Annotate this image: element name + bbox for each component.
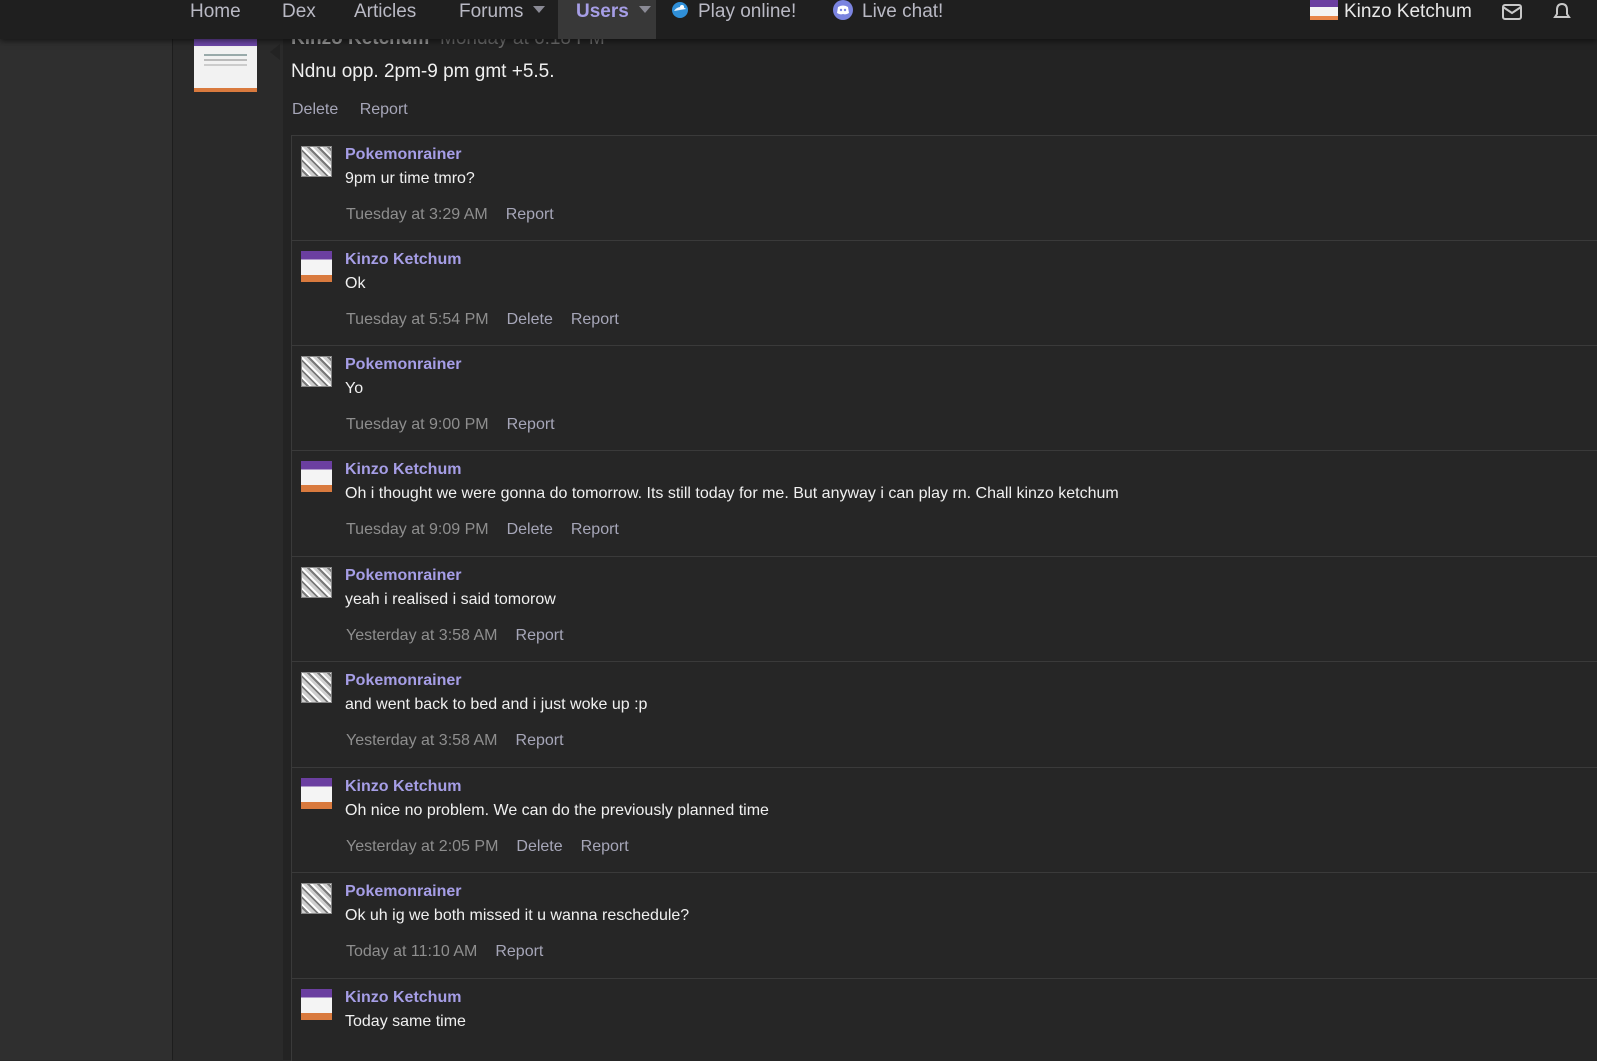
report-link[interactable]: Report bbox=[495, 943, 543, 960]
comment-item: Pokemonrainer 9pm ur time tmro? Tuesday … bbox=[292, 136, 1597, 241]
comment-author[interactable]: Pokemonrainer bbox=[345, 883, 461, 901]
nav-users-label: Users bbox=[576, 1, 629, 22]
avatar[interactable] bbox=[301, 356, 332, 387]
inbox-button[interactable] bbox=[1502, 3, 1522, 42]
comment-author[interactable]: Kinzo Ketchum bbox=[345, 778, 461, 796]
chevron-down-icon[interactable] bbox=[638, 6, 651, 14]
report-link[interactable]: Report bbox=[571, 521, 619, 538]
comment-timestamp[interactable]: Yesterday at 3:58 AM bbox=[346, 732, 498, 749]
avatar[interactable] bbox=[301, 567, 332, 598]
comment-list: Pokemonrainer 9pm ur time tmro? Tuesday … bbox=[291, 135, 1597, 1061]
comment-meta: Yesterday at 3:58 AM Report bbox=[346, 627, 564, 645]
avatar[interactable] bbox=[301, 146, 332, 177]
comment-author[interactable]: Pokemonrainer bbox=[345, 567, 461, 585]
nav-users[interactable]: Users bbox=[558, 0, 656, 39]
avatar-text-lines bbox=[204, 54, 247, 56]
comment-text: Today same time bbox=[345, 1013, 466, 1030]
comment-meta: Tuesday at 9:00 PM Report bbox=[346, 416, 555, 434]
top-navigation: Home Dex Articles Forums Users Play onli… bbox=[0, 0, 1597, 39]
op-message: Ndnu opp. 2pm-9 pm gmt +5.5. bbox=[291, 61, 555, 82]
avatar-banner bbox=[194, 38, 257, 46]
comment-text: Oh nice no problem. We can do the previo… bbox=[345, 802, 769, 819]
comment-item: Pokemonrainer yeah i realised i said tom… bbox=[292, 557, 1597, 662]
nav-home[interactable]: Home bbox=[190, 0, 241, 39]
comment-timestamp[interactable]: Tuesday at 3:29 AM bbox=[346, 206, 488, 223]
comment-item: Kinzo Ketchum Today same time bbox=[292, 979, 1597, 1061]
alerts-button[interactable] bbox=[1553, 2, 1571, 42]
nav-play-online[interactable]: Play online! bbox=[670, 0, 796, 39]
username-label: Kinzo Ketchum bbox=[1344, 1, 1472, 22]
report-link[interactable]: Report bbox=[581, 838, 629, 855]
avatar[interactable] bbox=[301, 989, 332, 1020]
comment-meta: Yesterday at 2:05 PM Delete Report bbox=[346, 838, 629, 856]
comment-item: Pokemonrainer Ok uh ig we both missed it… bbox=[292, 873, 1597, 979]
avatar[interactable] bbox=[301, 778, 332, 809]
comment-timestamp[interactable]: Tuesday at 9:09 PM bbox=[346, 521, 489, 538]
comment-meta: Yesterday at 3:58 AM Report bbox=[346, 732, 564, 750]
discord-icon bbox=[833, 0, 853, 20]
comment-text: yeah i realised i said tomorow bbox=[345, 591, 556, 608]
nav-home-label: Home bbox=[190, 1, 241, 22]
report-link[interactable]: Report bbox=[571, 311, 619, 328]
comment-timestamp[interactable]: Tuesday at 5:54 PM bbox=[346, 311, 489, 328]
comment-text: Ok bbox=[345, 275, 366, 292]
comment-author[interactable]: Kinzo Ketchum bbox=[345, 251, 461, 269]
avatar[interactable] bbox=[301, 883, 332, 914]
comment-timestamp[interactable]: Tuesday at 9:00 PM bbox=[346, 416, 489, 433]
comment-author[interactable]: Pokemonrainer bbox=[345, 146, 461, 164]
report-link[interactable]: Report bbox=[360, 101, 408, 118]
avatar[interactable] bbox=[301, 461, 332, 492]
report-link[interactable]: Report bbox=[507, 416, 555, 433]
nav-articles[interactable]: Articles bbox=[354, 0, 416, 39]
nav-live-chat[interactable]: Live chat! bbox=[832, 0, 943, 39]
comment-text: Ok uh ig we both missed it u wanna resch… bbox=[345, 907, 690, 924]
comment-timestamp[interactable]: Yesterday at 3:58 AM bbox=[346, 627, 498, 644]
left-sidebar bbox=[0, 0, 173, 1060]
comment-item: Kinzo Ketchum Oh nice no problem. We can… bbox=[292, 768, 1597, 873]
comment-author[interactable]: Pokemonrainer bbox=[345, 356, 461, 374]
comment-text: Oh i thought we were gonna do tomorrow. … bbox=[345, 485, 1119, 502]
comment-meta: Today at 11:10 AM Report bbox=[346, 943, 543, 961]
comment-author[interactable]: Kinzo Ketchum bbox=[345, 989, 461, 1007]
comment-timestamp[interactable]: Yesterday at 2:05 PM bbox=[346, 838, 498, 855]
delete-link[interactable]: Delete bbox=[516, 838, 562, 855]
user-menu[interactable]: Kinzo Ketchum bbox=[1310, 0, 1472, 39]
comment-text: and went back to bed and i just woke up … bbox=[345, 696, 648, 713]
report-link[interactable]: Report bbox=[516, 627, 564, 644]
report-link[interactable]: Report bbox=[506, 206, 554, 223]
comment-item: Pokemonrainer and went back to bed and i… bbox=[292, 662, 1597, 768]
comment-item: Pokemonrainer Yo Tuesday at 9:00 PM Repor… bbox=[292, 346, 1597, 451]
nav-live-chat-label: Live chat! bbox=[862, 1, 944, 22]
nav-play-online-label: Play online! bbox=[698, 1, 797, 22]
nav-dex-label: Dex bbox=[282, 1, 316, 22]
nav-dex[interactable]: Dex bbox=[282, 0, 316, 39]
avatar[interactable] bbox=[301, 672, 332, 703]
chevron-down-icon[interactable] bbox=[533, 6, 546, 14]
comment-text: Yo bbox=[345, 380, 364, 397]
op-avatar[interactable] bbox=[194, 38, 257, 92]
comment-item: Kinzo Ketchum Oh i thought we were gonna… bbox=[292, 451, 1597, 557]
comment-author[interactable]: Kinzo Ketchum bbox=[345, 461, 461, 479]
report-link[interactable]: Report bbox=[516, 732, 564, 749]
nav-articles-label: Articles bbox=[354, 1, 417, 22]
comment-text: 9pm ur time tmro? bbox=[345, 170, 475, 187]
delete-link[interactable]: Delete bbox=[507, 311, 553, 328]
nav-forums-label: Forums bbox=[459, 1, 524, 22]
bell-icon bbox=[1553, 2, 1571, 18]
nav-forums[interactable]: Forums bbox=[459, 0, 546, 39]
comment-author[interactable]: Pokemonrainer bbox=[345, 672, 461, 690]
showdown-icon bbox=[672, 1, 688, 18]
post-pointer bbox=[270, 44, 280, 60]
comment-meta: Tuesday at 9:09 PM Delete Report bbox=[346, 521, 619, 539]
comment-timestamp[interactable]: Today at 11:10 AM bbox=[346, 943, 477, 960]
comment-meta: Tuesday at 5:54 PM Delete Report bbox=[346, 311, 619, 329]
op-actions: Delete Report bbox=[292, 101, 425, 119]
delete-link[interactable]: Delete bbox=[292, 101, 338, 118]
comment-item: Kinzo Ketchum Ok Tuesday at 5:54 PM Delet… bbox=[292, 241, 1597, 346]
comment-meta: Tuesday at 3:29 AM Report bbox=[346, 206, 554, 224]
mail-icon bbox=[1502, 4, 1522, 20]
avatar bbox=[1310, 0, 1338, 20]
delete-link[interactable]: Delete bbox=[507, 521, 553, 538]
avatar[interactable] bbox=[301, 251, 332, 282]
